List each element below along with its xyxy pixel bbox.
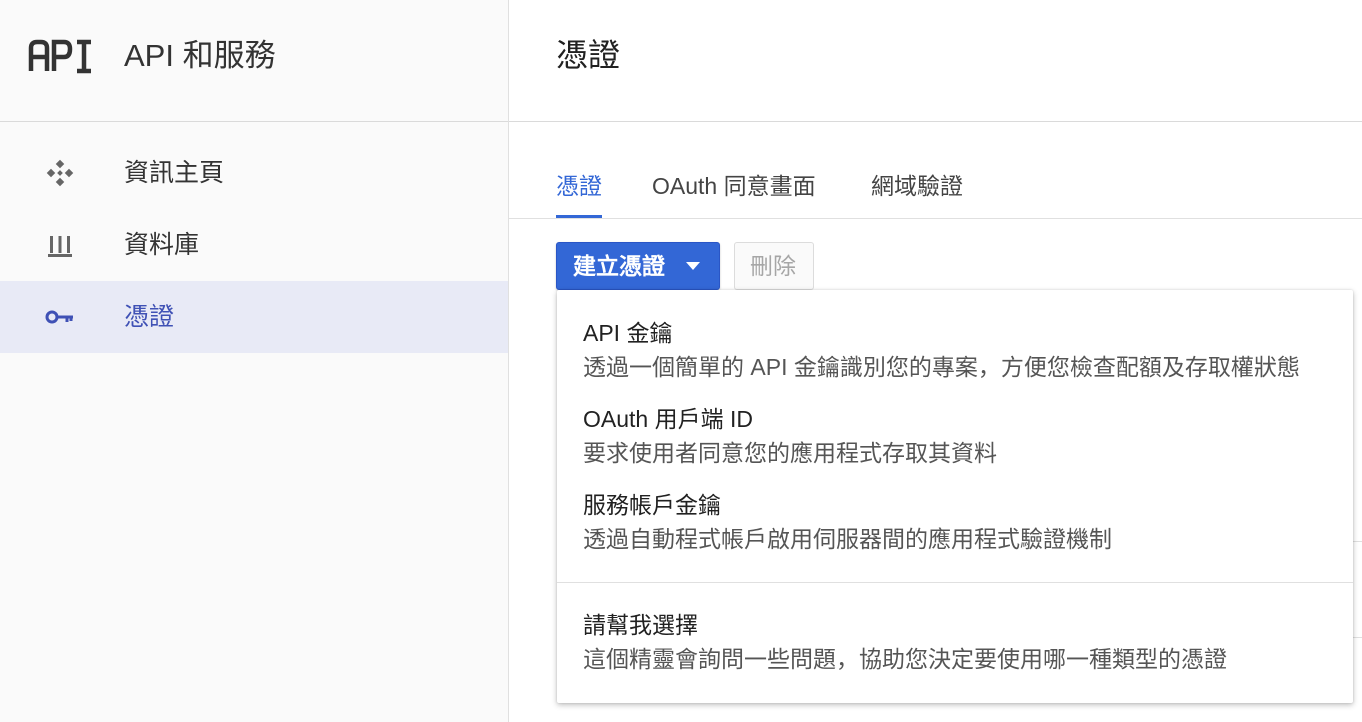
sidebar-item-label: 資訊主頁 — [124, 159, 225, 187]
sidebar-item-dashboard[interactable]: 資訊主頁 — [0, 137, 508, 209]
menu-item-oauth-client-id[interactable]: OAuth 用戶端 ID 要求使用者同意您的應用程式存取其資料 — [557, 404, 1353, 472]
sidebar-header: API 和服務 — [0, 0, 508, 122]
menu-item-description: 要求使用者同意您的應用程式存取其資料 — [583, 440, 997, 466]
create-credentials-button[interactable]: 建立憑證 — [556, 242, 720, 290]
sidebar-item-label: 資料庫 — [124, 231, 200, 259]
library-icon — [48, 236, 72, 257]
sidebar-item-library[interactable]: 資料庫 — [0, 209, 508, 281]
divider — [1353, 637, 1362, 638]
create-credentials-label: 建立憑證 — [573, 253, 665, 279]
menu-item-description: 透過一個簡單的 API 金鑰識別您的專案，方便您檢查配額及存取權狀態 — [583, 354, 1300, 380]
api-logo — [28, 39, 91, 74]
tab-credentials[interactable]: 憑證 — [556, 170, 602, 218]
menu-divider — [557, 582, 1353, 583]
caret-down-icon — [686, 262, 700, 270]
menu-item-title: OAuth 用戶端 ID — [583, 406, 753, 432]
main-header: 憑證 — [509, 0, 1362, 122]
delete-button[interactable]: 刪除 — [734, 242, 814, 290]
menu-item-title: API 金鑰 — [583, 320, 673, 346]
tab-oauth-consent[interactable]: OAuth 同意畫面 — [652, 170, 816, 218]
menu-item-title: 請幫我選擇 — [583, 612, 698, 638]
page-title: 憑證 — [556, 37, 621, 73]
tab-domain-verification[interactable]: 網域驗證 — [871, 170, 963, 218]
menu-item-service-account-key[interactable]: 服務帳戶金鑰 透過自動程式帳戶啟用伺服器間的應用程式驗證機制 — [557, 490, 1353, 558]
dashboard-icon — [46, 159, 74, 187]
delete-label: 刪除 — [750, 253, 796, 279]
menu-item-help-me-choose[interactable]: 請幫我選擇 這個精靈會詢問一些問題，協助您決定要使用哪一種類型的憑證 — [557, 610, 1353, 678]
sidebar-item-credentials[interactable]: 憑證 — [0, 281, 508, 353]
menu-item-description: 這個精靈會詢問一些問題，協助您決定要使用哪一種類型的憑證 — [583, 646, 1227, 672]
sidebar-item-label: 憑證 — [124, 303, 175, 331]
divider — [1353, 541, 1362, 542]
menu-item-title: 服務帳戶金鑰 — [583, 492, 721, 518]
tab-bar: 憑證 OAuth 同意畫面 網域驗證 — [509, 160, 1362, 219]
sidebar-nav: 資訊主頁 資料庫 憑證 — [0, 137, 508, 353]
menu-item-api-key[interactable]: API 金鑰 透過一個簡單的 API 金鑰識別您的專案，方便您檢查配額及存取權狀… — [557, 318, 1353, 386]
sidebar: API 和服務 資訊主頁 資料庫 憑證 — [0, 0, 509, 722]
create-credentials-menu: API 金鑰 透過一個簡單的 API 金鑰識別您的專案，方便您檢查配額及存取權狀… — [557, 290, 1353, 703]
key-icon — [45, 310, 73, 324]
app-title: API 和服務 — [124, 38, 276, 73]
menu-item-description: 透過自動程式帳戶啟用伺服器間的應用程式驗證機制 — [583, 526, 1112, 552]
